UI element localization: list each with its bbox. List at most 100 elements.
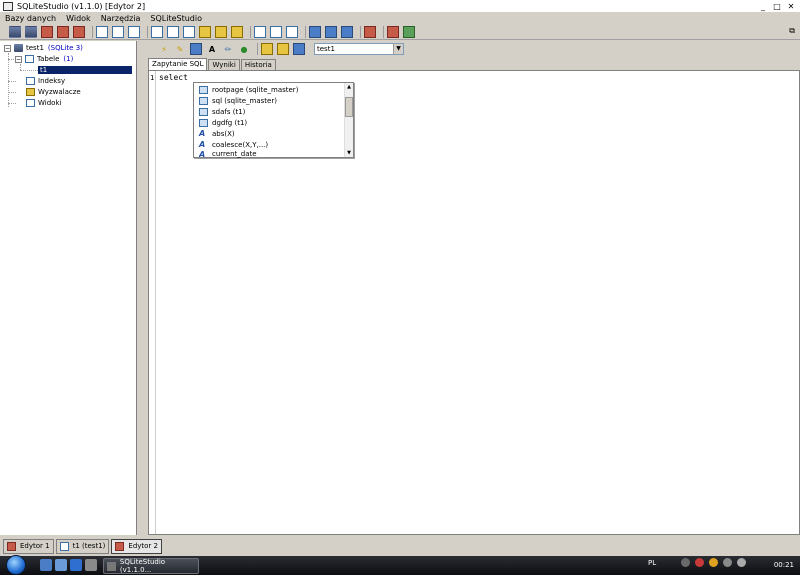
window-tab-editor-2[interactable]: Edytor 2 xyxy=(111,538,162,554)
scrollbar-thumb[interactable] xyxy=(345,97,353,117)
views-icon xyxy=(26,99,35,107)
taskbar-item-sqlitestudio[interactable]: SQLiteStudio (v1.1.0... xyxy=(103,558,199,574)
open-file-icon[interactable] xyxy=(261,43,273,55)
tree-item-table-t1[interactable]: t1 xyxy=(38,65,132,75)
execute-icon[interactable]: ⚡ xyxy=(158,43,170,55)
tables-label: Tabele xyxy=(37,55,60,63)
start-button[interactable] xyxy=(6,555,26,575)
refresh-icon[interactable]: ● xyxy=(238,43,250,55)
autocomplete-item[interactable]: A abs(X) xyxy=(199,128,235,139)
edit-trigger-icon[interactable] xyxy=(215,25,227,38)
menu-bazy-danych[interactable]: Bazy danych xyxy=(0,14,61,23)
menu-narzedzia[interactable]: Narzędzia xyxy=(96,14,146,23)
code-text[interactable]: select xyxy=(159,73,188,82)
collapse-icon[interactable]: − xyxy=(15,55,22,63)
delete-index-icon[interactable] xyxy=(183,25,195,38)
views-label: Widoki xyxy=(38,99,62,107)
tab-sql-query[interactable]: Zapytanie SQL xyxy=(148,58,208,70)
settings-icon[interactable] xyxy=(387,25,399,38)
show-desktop-icon[interactable] xyxy=(40,559,52,571)
close-button[interactable]: ✕ xyxy=(786,2,796,11)
explain-icon[interactable]: ✎ xyxy=(174,43,186,55)
load-icon[interactable] xyxy=(277,43,289,55)
taskbar-item-label: SQLiteStudio (v1.1.0... xyxy=(119,558,166,574)
delete-view-icon[interactable] xyxy=(286,25,298,38)
delete-table-icon[interactable] xyxy=(128,25,140,38)
edit-pen-icon[interactable]: ✏ xyxy=(222,43,234,55)
table-icon xyxy=(59,541,69,551)
autocomplete-item[interactable]: dgdfg (t1) xyxy=(199,117,247,128)
autocomplete-scrollbar[interactable]: ▲ ▼ xyxy=(344,83,353,157)
volume-icon[interactable] xyxy=(737,558,747,567)
scroll-down-icon[interactable]: ▼ xyxy=(345,149,353,157)
new-view-icon[interactable] xyxy=(254,25,266,38)
format-icon[interactable]: A xyxy=(206,43,218,55)
maximize-button[interactable]: □ xyxy=(772,2,782,11)
connect-db-icon[interactable] xyxy=(9,25,21,38)
clock[interactable]: 00:21 xyxy=(774,561,794,569)
new-trigger-icon[interactable] xyxy=(199,25,211,38)
security-alert-icon[interactable] xyxy=(695,558,705,567)
line-number: 1 xyxy=(150,74,155,82)
edit-index-icon[interactable] xyxy=(167,25,179,38)
autocomplete-item[interactable]: sdafs (t1) xyxy=(199,106,245,117)
network-icon[interactable] xyxy=(723,558,733,567)
chevron-down-icon[interactable]: ▼ xyxy=(393,44,403,54)
tab-history[interactable]: Historia xyxy=(240,59,276,70)
cascade-windows-icon[interactable] xyxy=(309,25,321,38)
window-tab-t1[interactable]: t1 (test1) xyxy=(55,538,110,554)
autocomplete-item[interactable]: A coalesce(X,Y,...) xyxy=(199,139,268,150)
app-launch-icon[interactable] xyxy=(85,559,97,571)
autocomplete-item[interactable]: A current_date xyxy=(199,150,257,158)
scroll-up-icon[interactable]: ▲ xyxy=(345,83,353,91)
title-bar: SQLiteStudio (v1.1.0) [Edytor 2] _ □ ✕ xyxy=(0,0,800,12)
add-db-icon[interactable] xyxy=(41,25,53,38)
menu-bar: Bazy danych Widok Narzędzia SQLiteStudio xyxy=(0,12,800,24)
restore-mdi-icon[interactable]: ⧉ xyxy=(789,26,795,36)
column-icon xyxy=(199,85,208,94)
autocomplete-item[interactable]: rootpage (sqlite_master) xyxy=(199,84,298,95)
plugin-icon[interactable] xyxy=(364,25,376,38)
tile-windows-icon[interactable] xyxy=(325,25,337,38)
update-icon[interactable] xyxy=(709,558,719,567)
edit-table-icon[interactable] xyxy=(112,25,124,38)
new-index-icon[interactable] xyxy=(151,25,163,38)
tree-line xyxy=(8,92,16,93)
internet-explorer-icon[interactable] xyxy=(70,559,82,571)
tray-arrow-icon[interactable] xyxy=(681,558,691,567)
edit-db-icon[interactable] xyxy=(57,25,69,38)
database-select-value: test1 xyxy=(317,45,335,53)
delete-db-icon[interactable] xyxy=(73,25,85,38)
arrange-windows-icon[interactable] xyxy=(341,25,353,38)
disconnect-db-icon[interactable] xyxy=(25,25,37,38)
panel-splitter[interactable] xyxy=(138,41,145,535)
tree-item-db[interactable]: − test1 (SQLite 3) xyxy=(4,43,83,53)
minimize-button[interactable]: _ xyxy=(758,2,768,11)
autocomplete-item-label: dgdfg (t1) xyxy=(212,118,248,127)
column-icon xyxy=(199,96,208,105)
edit-view-icon[interactable] xyxy=(270,25,282,38)
tree-item-indexes[interactable]: Indeksy xyxy=(26,76,65,86)
autocomplete-item[interactable]: sql (sqlite_master) xyxy=(199,95,277,106)
tab-results[interactable]: Wyniki xyxy=(208,59,240,70)
window-tab-editor-1[interactable]: Edytor 1 xyxy=(3,538,54,554)
tree-item-triggers[interactable]: Wyzwalacze xyxy=(26,87,81,97)
about-icon[interactable] xyxy=(403,25,415,38)
tree-item-views[interactable]: Widoki xyxy=(26,98,61,108)
autocomplete-popup[interactable]: rootpage (sqlite_master) sql (sqlite_mas… xyxy=(193,82,354,158)
language-indicator[interactable]: PL xyxy=(648,559,656,567)
tables-count: (1) xyxy=(63,55,74,63)
save-icon[interactable] xyxy=(293,43,305,55)
tree-line xyxy=(20,70,38,71)
menu-widok[interactable]: Widok xyxy=(61,14,96,23)
new-table-icon[interactable] xyxy=(96,25,108,38)
database-select[interactable]: test1 ▼ xyxy=(314,43,404,55)
delete-trigger-icon[interactable] xyxy=(231,25,243,38)
menu-sqlitestudio[interactable]: SQLiteStudio xyxy=(145,14,207,23)
tree-item-tables[interactable]: − Tabele (1) xyxy=(15,54,73,64)
toolbar-separator xyxy=(250,25,251,38)
collapse-icon[interactable]: − xyxy=(4,44,11,52)
export-icon[interactable] xyxy=(190,43,202,55)
triggers-label: Wyzwalacze xyxy=(38,88,81,96)
switch-windows-icon[interactable] xyxy=(55,559,67,571)
